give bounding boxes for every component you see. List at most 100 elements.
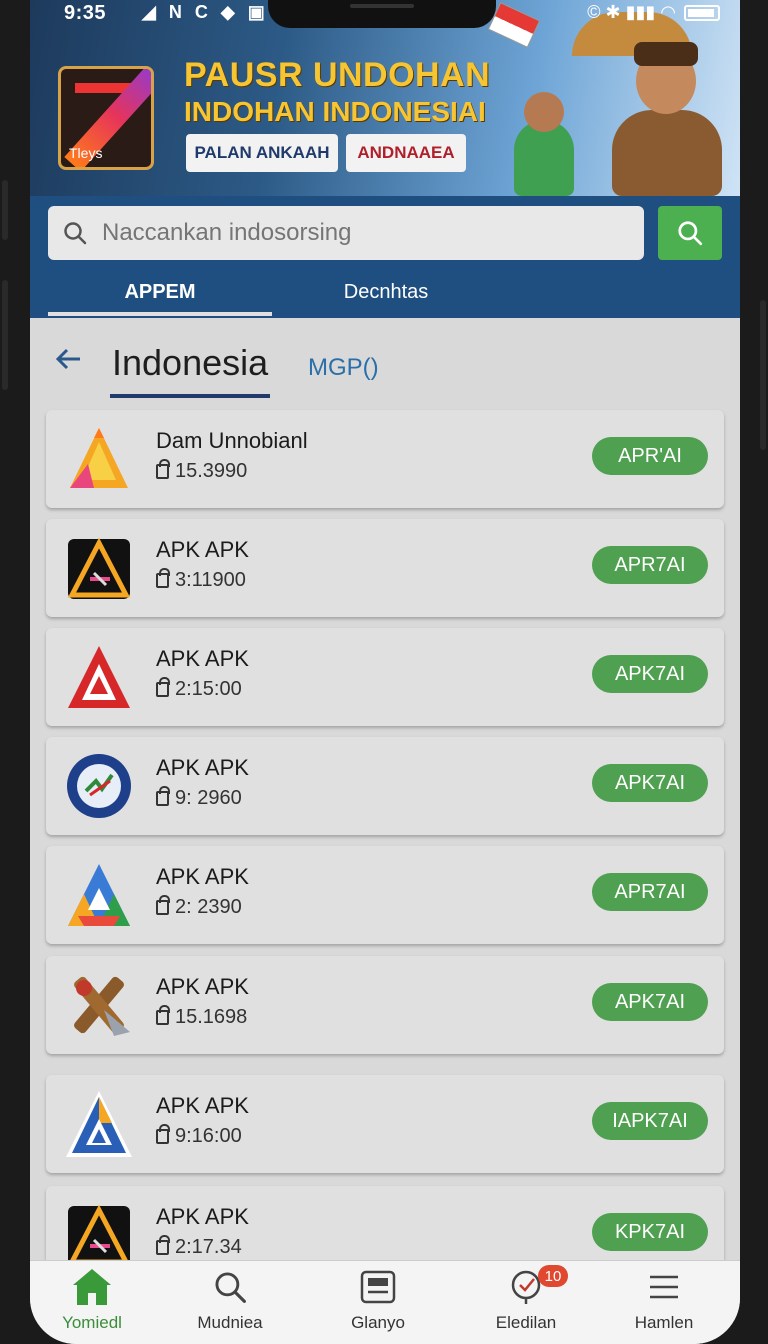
install-button[interactable]: APR'AI — [592, 437, 708, 475]
blue-seal-icon — [67, 754, 131, 818]
lock-icon — [156, 1235, 170, 1255]
phone-frame: 9:35 ◢ N C ◆ ▣ © ✱ ▮▮▮ ◠ Tleys PAUSR UND… — [0, 0, 768, 1344]
search-box[interactable] — [48, 206, 644, 260]
install-button[interactable]: APK7AI — [592, 655, 708, 693]
bottom-nav: Yomiedl Mudniea Glanyo 10 Eledilan Hamle… — [30, 1260, 740, 1344]
search-input[interactable] — [102, 219, 622, 247]
app-meta-value: 2:17.34 — [175, 1236, 242, 1258]
camera-notch — [268, 0, 496, 28]
app-name: APK APK — [156, 864, 249, 889]
app-meta-value: 3:11900 — [175, 569, 246, 591]
app-name: Dam Unnobianl — [156, 428, 308, 453]
list-item[interactable]: APK APK 3:11900 APR7AI — [46, 519, 724, 617]
banner-button-secondary[interactable]: ANDNAAEA — [346, 134, 466, 172]
app-name: APK APK — [156, 974, 249, 999]
app-name: APK APK — [156, 1093, 249, 1118]
app-meta-value: 9: 2960 — [175, 787, 242, 809]
nav-label: Eledilan — [495, 1313, 557, 1332]
app-name: APK APK — [156, 1204, 249, 1229]
lock-icon — [156, 568, 170, 588]
banner-photo — [462, 0, 740, 196]
nav-label: Hamlen — [634, 1313, 694, 1332]
install-button[interactable]: IAPK7AI — [592, 1102, 708, 1140]
lock-icon — [156, 1124, 170, 1144]
app-meta: 2: 2390 — [156, 895, 242, 919]
search-button[interactable] — [658, 206, 722, 260]
list-item[interactable]: APK APK 2: 2390 APR7AI — [46, 846, 724, 944]
search-icon — [48, 220, 102, 246]
back-arrow-icon[interactable] — [54, 344, 84, 382]
search-icon — [678, 221, 703, 246]
app-meta: 2:15:00 — [156, 677, 242, 701]
app-meta: 15.1698 — [156, 1005, 248, 1029]
logo-text: Tleys — [69, 145, 103, 161]
status-right-icons: © ✱ ▮▮▮ ◠ — [587, 2, 720, 23]
nav-item-home[interactable]: Yomiedl — [32, 1265, 152, 1341]
phone-side-button — [2, 280, 8, 390]
status-time: 9:35 — [64, 2, 107, 24]
app-name: APK APK — [156, 646, 249, 671]
person-figure — [612, 110, 722, 196]
nav-label: Glanyo — [351, 1313, 405, 1332]
install-button[interactable]: APR7AI — [592, 546, 708, 584]
install-button[interactable]: APK7AI — [592, 983, 708, 1021]
phone-side-button — [2, 180, 8, 240]
app-meta: 9:16:00 — [156, 1124, 242, 1148]
lock-icon — [156, 895, 170, 915]
list-item[interactable]: Dam Unnobianl 15.3990 APR'AI — [46, 410, 724, 508]
search-icon — [208, 1265, 252, 1309]
blue-apk-a-icon — [66, 1091, 132, 1157]
install-button[interactable]: APK7AI — [592, 764, 708, 802]
banner-subtitle: INDOHAN INDONESIAI — [184, 96, 486, 127]
banner-title: PAUSR UNDOHAN — [184, 56, 491, 94]
install-button[interactable]: KPK7AI — [592, 1213, 708, 1251]
app-meta-value: 9:16:00 — [175, 1125, 242, 1147]
nav-item-menu[interactable]: Hamlen — [604, 1265, 724, 1341]
page-title: Indonesia — [112, 342, 269, 383]
search-header: APPEM Decnhtas — [30, 196, 740, 318]
title-underline — [110, 394, 270, 398]
card-icon — [356, 1265, 400, 1309]
home-icon — [70, 1265, 114, 1309]
app-meta-value: 15.3990 — [175, 460, 248, 482]
lock-icon — [156, 786, 170, 806]
page-subtitle[interactable]: MGP() — [308, 354, 379, 382]
red-apk-a-icon — [68, 646, 130, 708]
app-meta-value: 15.1698 — [175, 1006, 248, 1028]
app-logo[interactable]: Tleys — [58, 66, 154, 170]
battery-icon — [684, 4, 720, 21]
app-meta-value: 2:15:00 — [175, 678, 242, 700]
phone-screen: 9:35 ◢ N C ◆ ▣ © ✱ ▮▮▮ ◠ Tleys PAUSR UND… — [30, 0, 740, 1344]
app-meta: 3:11900 — [156, 568, 246, 592]
lock-icon — [156, 1005, 170, 1025]
nav-item-favorites[interactable]: 10 Eledilan — [466, 1265, 586, 1341]
hat-icon — [634, 42, 698, 66]
install-button[interactable]: APR7AI — [592, 873, 708, 911]
app-name: APK APK — [156, 537, 249, 562]
tools-icon — [74, 976, 130, 1036]
promo-banner[interactable]: 9:35 ◢ N C ◆ ▣ © ✱ ▮▮▮ ◠ Tleys PAUSR UND… — [30, 0, 740, 196]
tab-apps[interactable]: APPEM — [48, 274, 272, 316]
nav-item-search[interactable]: Mudniea — [170, 1265, 290, 1341]
black-a-triangle-icon — [67, 537, 131, 599]
multicolor-a-icon — [68, 864, 130, 926]
app-meta: 9: 2960 — [156, 786, 242, 810]
nav-item-games[interactable]: Glanyo — [318, 1265, 438, 1341]
section-heading: Indonesia MGP() — [30, 318, 740, 408]
notification-badge: 10 — [538, 1265, 568, 1287]
app-meta-value: 2: 2390 — [175, 896, 242, 918]
app-name: APK APK — [156, 755, 249, 780]
tab-details[interactable]: Decnhtas — [286, 274, 486, 310]
list-item[interactable]: APK APK 2:15:00 APK7AI — [46, 628, 724, 726]
app-meta: 15.3990 — [156, 459, 248, 483]
person-head — [524, 92, 564, 132]
signal-icon: © ✱ ▮▮▮ ◠ — [587, 2, 676, 22]
lock-icon — [156, 459, 170, 479]
lock-icon — [156, 677, 170, 697]
nav-label: Mudniea — [197, 1313, 263, 1332]
list-item[interactable]: APK APK 9:16:00 IAPK7AI — [46, 1075, 724, 1173]
menu-icon — [642, 1265, 686, 1309]
list-item[interactable]: APK APK 15.1698 APK7AI — [46, 956, 724, 1054]
list-item[interactable]: APK APK 9: 2960 APK7AI — [46, 737, 724, 835]
banner-button-primary[interactable]: PALAN ANKAAH — [186, 134, 338, 172]
